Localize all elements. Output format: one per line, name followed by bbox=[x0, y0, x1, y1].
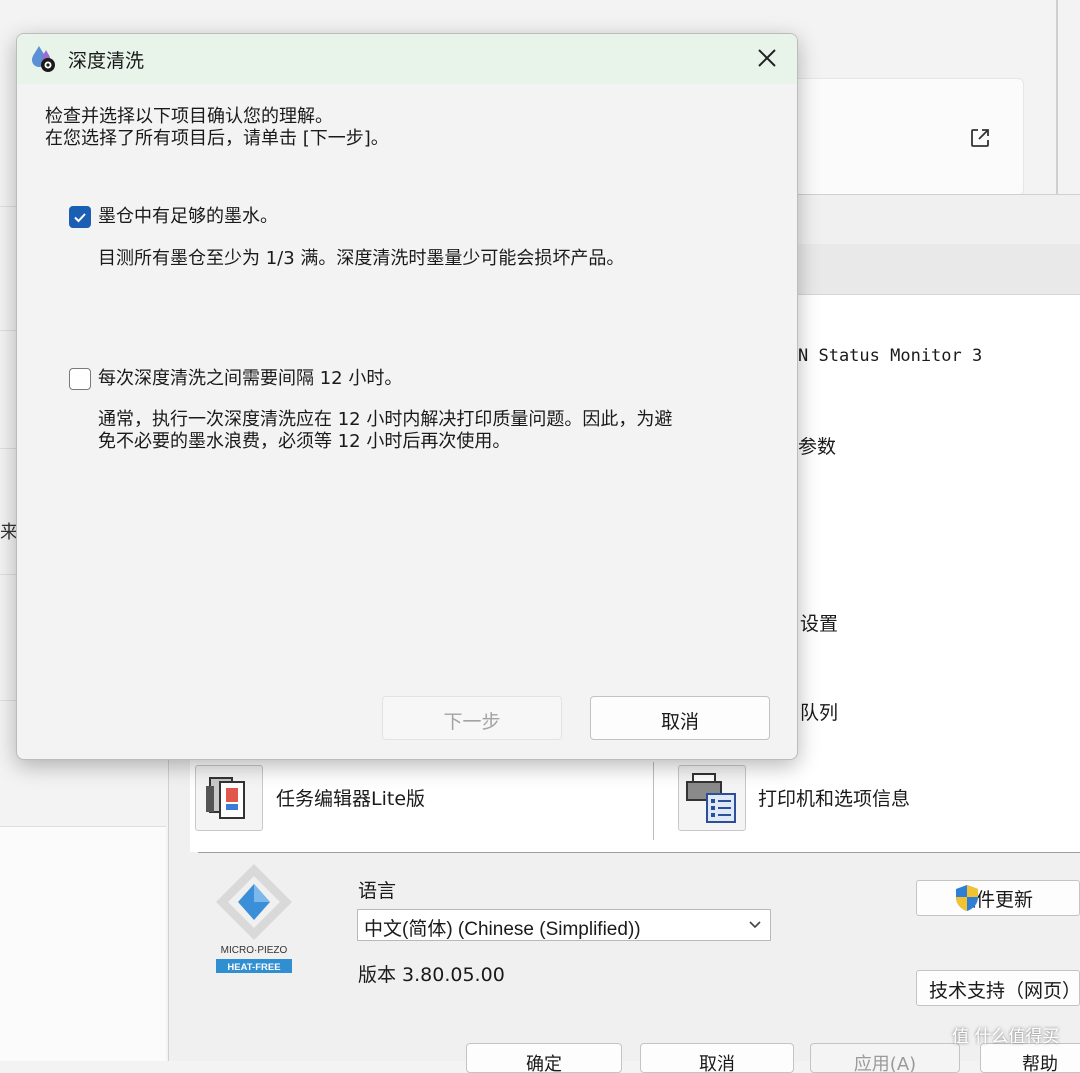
parameters-link[interactable]: 参数 bbox=[798, 432, 836, 459]
tech-support-label: 技术支持（网页） bbox=[929, 980, 1080, 1002]
print-queue-link[interactable]: 队列 bbox=[800, 698, 838, 725]
external-link-icon[interactable] bbox=[968, 126, 992, 150]
tools-divider bbox=[653, 762, 654, 840]
micro-piezo-logo: MICRO·PIEZO HEAT-FREE bbox=[212, 862, 296, 974]
printer-info-label: 打印机和选项信息 bbox=[758, 788, 911, 810]
interval-description-line-2: 免不必要的墨水浪费，必须等 12 小时后再次使用。 bbox=[98, 431, 511, 452]
utility-cancel-button[interactable]: 取消 bbox=[640, 1043, 794, 1073]
tech-support-button[interactable]: 技术支持（网页） bbox=[916, 970, 1080, 1006]
next-button[interactable]: 下一步 bbox=[382, 696, 562, 740]
interval-checkbox[interactable] bbox=[69, 368, 91, 390]
interval-description-line-1: 通常，执行一次深度清洗应在 12 小时内解决打印质量问题。因此，为避 bbox=[98, 409, 673, 430]
settings-link[interactable]: 设置 bbox=[800, 609, 838, 636]
chevron-down-icon[interactable] bbox=[747, 916, 763, 932]
instruction-line-1: 检查并选择以下项目确认您的理解。 bbox=[45, 106, 333, 127]
ink-drop-gear-icon bbox=[29, 44, 59, 74]
help-button[interactable]: 帮助 bbox=[980, 1043, 1080, 1073]
interval-label[interactable]: 每次深度清洗之间需要间隔 12 小时。 bbox=[98, 368, 402, 390]
background-divider bbox=[1056, 0, 1058, 200]
job-editor-button[interactable] bbox=[195, 765, 263, 831]
ink-sufficient-checkbox[interactable] bbox=[69, 206, 91, 228]
ink-sufficient-description: 目测所有墨仓至少为 1/3 满。深度清洗时墨量少可能会损坏产品。 bbox=[98, 248, 625, 269]
status-monitor-link[interactable]: N Status Monitor 3 bbox=[798, 346, 982, 366]
background-panel bbox=[0, 826, 166, 1061]
language-label: 语言 bbox=[358, 880, 397, 902]
job-editor-icon bbox=[206, 777, 245, 819]
cancel-button[interactable]: 取消 bbox=[590, 696, 770, 740]
apply-button[interactable]: 应用(A) bbox=[810, 1043, 960, 1073]
deep-cleaning-dialog: 深度清洗 检查并选择以下项目确认您的理解。 在您选择了所有项目后，请单击 [下一… bbox=[16, 33, 798, 760]
software-update-button[interactable]: 软件更新 bbox=[916, 880, 1080, 916]
close-icon bbox=[758, 49, 776, 67]
printer-info-icon bbox=[686, 773, 736, 823]
close-button[interactable] bbox=[749, 42, 785, 76]
ok-button[interactable]: 确定 bbox=[466, 1043, 622, 1073]
version-text: 版本 3.80.05.00 bbox=[358, 964, 505, 986]
logo-top-text: MICRO·PIEZO bbox=[221, 945, 288, 956]
ink-sufficient-label[interactable]: 墨仓中有足够的墨水。 bbox=[98, 206, 278, 228]
printer-info-button[interactable] bbox=[678, 765, 746, 831]
job-editor-label: 任务编辑器Lite版 bbox=[276, 788, 426, 810]
language-select[interactable]: 中文(简体) (Chinese (Simplified)) bbox=[357, 909, 771, 941]
checkmark-icon bbox=[74, 213, 86, 223]
logo-bottom-text: HEAT-FREE bbox=[227, 962, 280, 973]
dialog-title: 深度清洗 bbox=[68, 50, 145, 72]
watermark-text: 值 什么值得买 bbox=[952, 1027, 1060, 1047]
instruction-line-2: 在您选择了所有项目后，请单击 [下一步]。 bbox=[45, 128, 389, 149]
shield-icon bbox=[954, 884, 980, 912]
